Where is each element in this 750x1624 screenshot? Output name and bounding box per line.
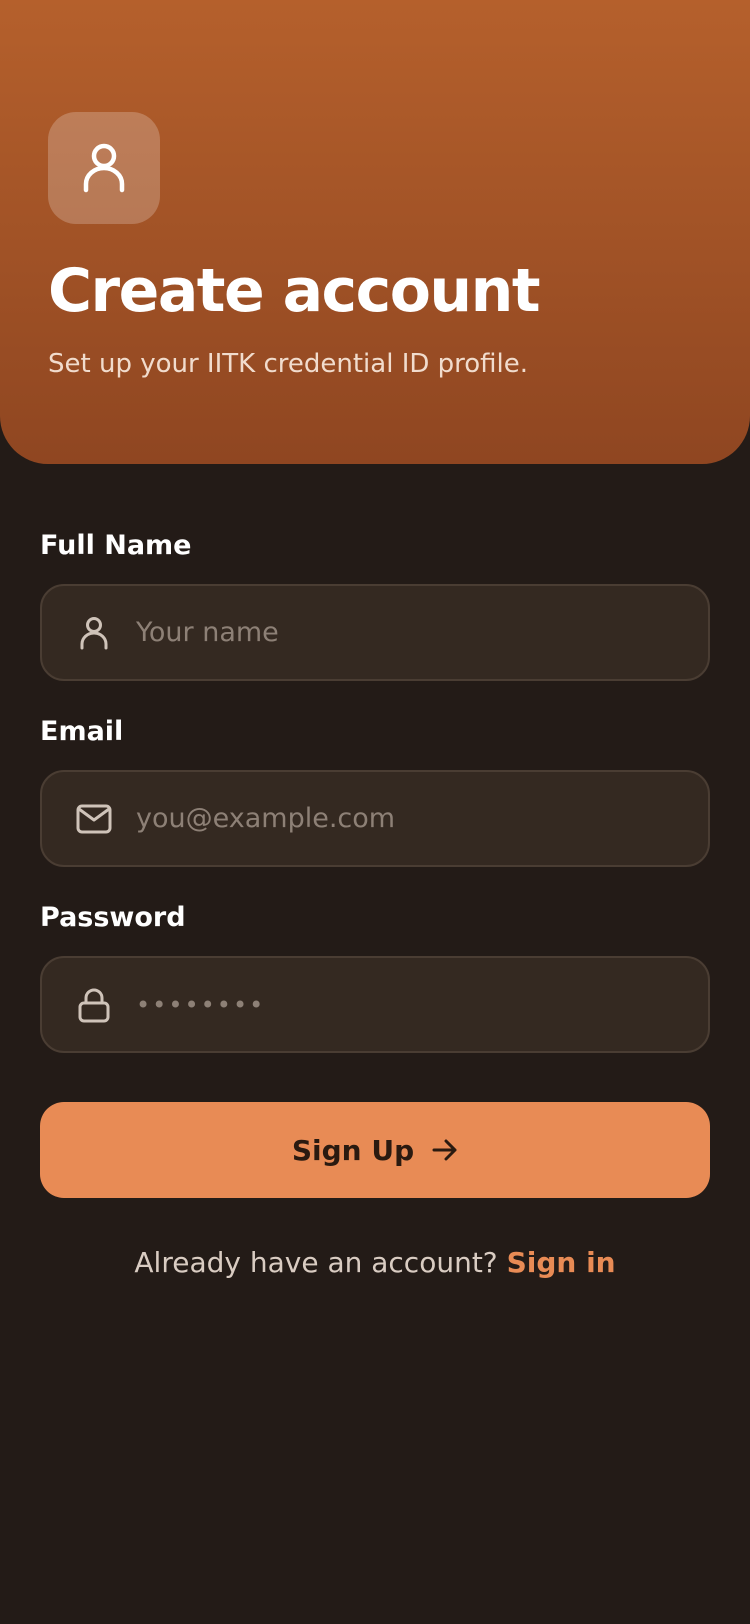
- sign-in-link[interactable]: Sign in: [507, 1246, 616, 1279]
- sign-up-label: Sign Up: [291, 1133, 415, 1167]
- mail-icon: [74, 799, 114, 839]
- full-name-field[interactable]: Your name: [40, 584, 710, 681]
- password-label: Password: [40, 902, 186, 933]
- full-name-label: Full Name: [40, 530, 192, 561]
- sign-in-prompt: Already have an account? Sign in: [0, 1246, 750, 1279]
- page-title: Create account: [48, 256, 541, 326]
- sign-up-button[interactable]: Sign Up: [40, 1102, 710, 1198]
- lock-icon: [74, 985, 114, 1025]
- full-name-input[interactable]: Your name: [136, 617, 279, 648]
- user-icon: [83, 143, 125, 193]
- password-input[interactable]: ••••••••: [136, 991, 265, 1019]
- email-label: Email: [40, 716, 124, 747]
- user-icon: [74, 613, 114, 653]
- header-banner: Create account Set up your IITK credenti…: [0, 0, 750, 464]
- profile-avatar-tile: [48, 112, 160, 224]
- email-input[interactable]: you@example.com: [136, 803, 395, 834]
- email-field[interactable]: you@example.com: [40, 770, 710, 867]
- sign-in-prompt-text: Already have an account?: [134, 1246, 498, 1279]
- page-subtitle: Set up your IITK credential ID profile.: [48, 349, 529, 379]
- arrow-right-icon: [432, 1138, 458, 1162]
- password-field[interactable]: ••••••••: [40, 956, 710, 1053]
